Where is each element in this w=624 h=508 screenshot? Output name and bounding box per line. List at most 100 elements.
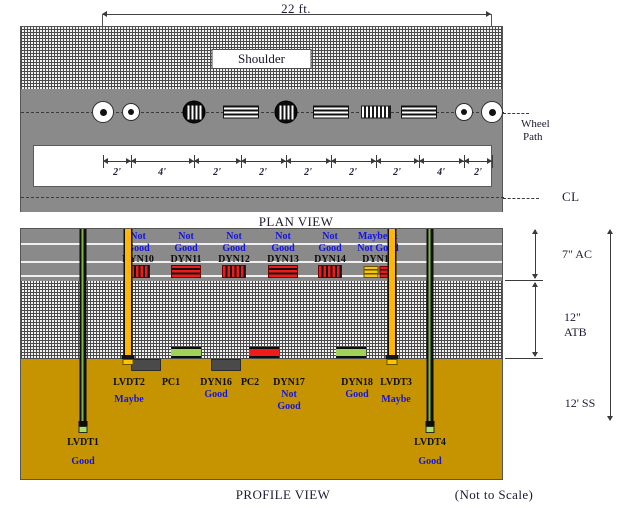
DYN18-status: Good [345,389,369,400]
black-disc-vertical-stripes-icon [274,100,298,124]
sensor-dyn-black-disc-2[interactable] [274,100,298,124]
LVDT4-status: Good [418,456,442,467]
sensor-lvdt-circle-right-inner[interactable] [455,103,473,121]
wheel-path-leader [503,113,529,114]
LVDT3-id: LVDT3 [380,377,412,388]
DYN11-id: DYN11 [170,254,202,265]
spacing-line [241,161,286,162]
PC2-id: PC2 [240,377,260,388]
profile-sensor-DYN13[interactable] [268,265,298,278]
profile-sensor-DYN12[interactable] [222,265,246,278]
centerline-leader [503,198,539,199]
circle-center-dot [99,108,107,116]
instrument-LVDT1-foot [78,426,88,433]
spacing-arrow [376,157,381,164]
atb-dimension-arrow-top [531,282,538,287]
profile-sensor-DYN14[interactable] [318,265,342,278]
DYN18-id: DYN18 [341,377,373,388]
DYN10-status-line1: Not [130,231,146,242]
profile-sensor-PC2[interactable] [211,359,241,371]
DYN14-status-line1: Not [322,231,338,242]
spacing-line [131,161,194,162]
layer-dimension-column: 7" AC 12" ATB 12' SS [505,228,624,480]
white-bar-horizontal-stripes-icon [223,105,259,119]
DYN17-status-line2: Good [277,401,301,412]
sensor-lvdt-circle-left-outer[interactable] [92,101,114,123]
profile-view-caption: PROFILE VIEW [235,487,331,502]
ss-dimension-line [610,230,611,420]
white-circle-dot-icon [481,101,503,123]
sensor-dyn-bar-vertical-1[interactable] [361,105,391,119]
LVDT1-status: Good [71,456,95,467]
profile-sensor-DYN15-yellow[interactable] [363,266,379,278]
spacing-arrow [464,157,469,164]
DYN13-status-line1: Not [275,231,291,242]
DYN11-status-line1: Not [178,231,194,242]
white-bar-horizontal-stripes-icon [401,105,437,119]
instrument-LVDT4-rod[interactable] [426,229,434,425]
LVDT4-id: LVDT4 [414,437,446,448]
instrument-LVDT1-rod[interactable] [79,229,87,425]
spacing-arrow [286,157,291,164]
spacing-arrow [331,157,336,164]
DYN11-status-line2: Good [174,243,198,254]
instrument-LVDT4-foot [425,426,435,433]
instrument-LVDT3-rod[interactable] [387,229,397,357]
spacing-label: 2' [349,167,357,178]
DYN14-id: DYN14 [314,254,346,265]
atb-layer-label: 12" ATB [564,310,587,339]
spacing-label: 2' [304,167,312,178]
atb-dimension-arrow-bottom [531,352,538,357]
ac-dimension-line [535,230,536,278]
white-circle-dot-icon [92,101,114,123]
spacing-tick [492,155,493,168]
spacing-label: 2' [393,167,401,178]
spacing-arrow [419,157,424,164]
instrument-LVDT2-foot [122,359,134,365]
stripe-pattern [187,105,201,119]
sensor-dyn-bar-horizontal-1[interactable] [223,105,259,119]
layer-tick-ac-bottom [505,280,543,281]
DYN12-status-line1: Not [226,231,242,242]
DYN17-status-line1: Not [281,389,297,400]
shoulder-label-box: Shoulder [211,49,312,69]
centerline-line [21,197,504,198]
spacing-label: 2' [113,167,121,178]
ss-dimension-arrow-bottom [606,416,613,421]
DYN14-status-line2: Good [318,243,342,254]
wheel-path-label-line2: Path [523,131,543,143]
profile-sensor-DYN16[interactable] [171,347,201,358]
DYN16-status: Good [204,389,228,400]
spacing-dimension-chain: 2' 4' 2' 2' 2' 2' 2' 4' 2' [21,155,502,181]
spacing-line [194,161,241,162]
instrument-LVDT2-rod[interactable] [123,229,133,357]
sensor-dyn-bar-horizontal-2[interactable] [313,105,349,119]
instrument-LVDT3-foot [386,359,398,365]
profile-sensor-PC1[interactable] [131,359,161,371]
sensor-dyn-black-disc-1[interactable] [182,100,206,124]
ac-dimension-arrow-bottom [531,274,538,279]
profile-sensor-DYN17[interactable] [249,347,279,358]
profile-sensor-DYN18[interactable] [336,347,366,358]
circle-center-dot [488,108,496,116]
circle-center-dot [461,109,467,115]
stripe-pattern [279,105,293,119]
spacing-line [419,161,464,162]
DYN12-status-line2: Good [222,243,246,254]
wheel-path-label-line1: Wheel [521,118,550,130]
sensor-dyn-bar-horizontal-3[interactable] [401,105,437,119]
sensor-lvdt-circle-right-outer[interactable] [481,101,503,123]
figure-canvas: 22 ft. Shoulder 2' 4' 2' 2' 2' 2' 2' 4' … [0,0,624,508]
layer-tick-atb-bottom [505,358,543,359]
spacing-arrow [194,157,199,164]
sensor-lvdt-circle-left-inner[interactable] [122,103,140,121]
spacing-label: 2' [213,167,221,178]
LVDT1-id: LVDT1 [67,437,99,448]
spacing-line [331,161,376,162]
spacing-arrow [131,157,136,164]
profile-sensor-DYN11[interactable] [171,265,201,278]
white-circle-dot-icon [122,103,140,121]
LVDT2-status: Maybe [114,394,144,405]
DYN16-id: DYN16 [200,377,232,388]
spacing-label: 4' [437,167,445,178]
